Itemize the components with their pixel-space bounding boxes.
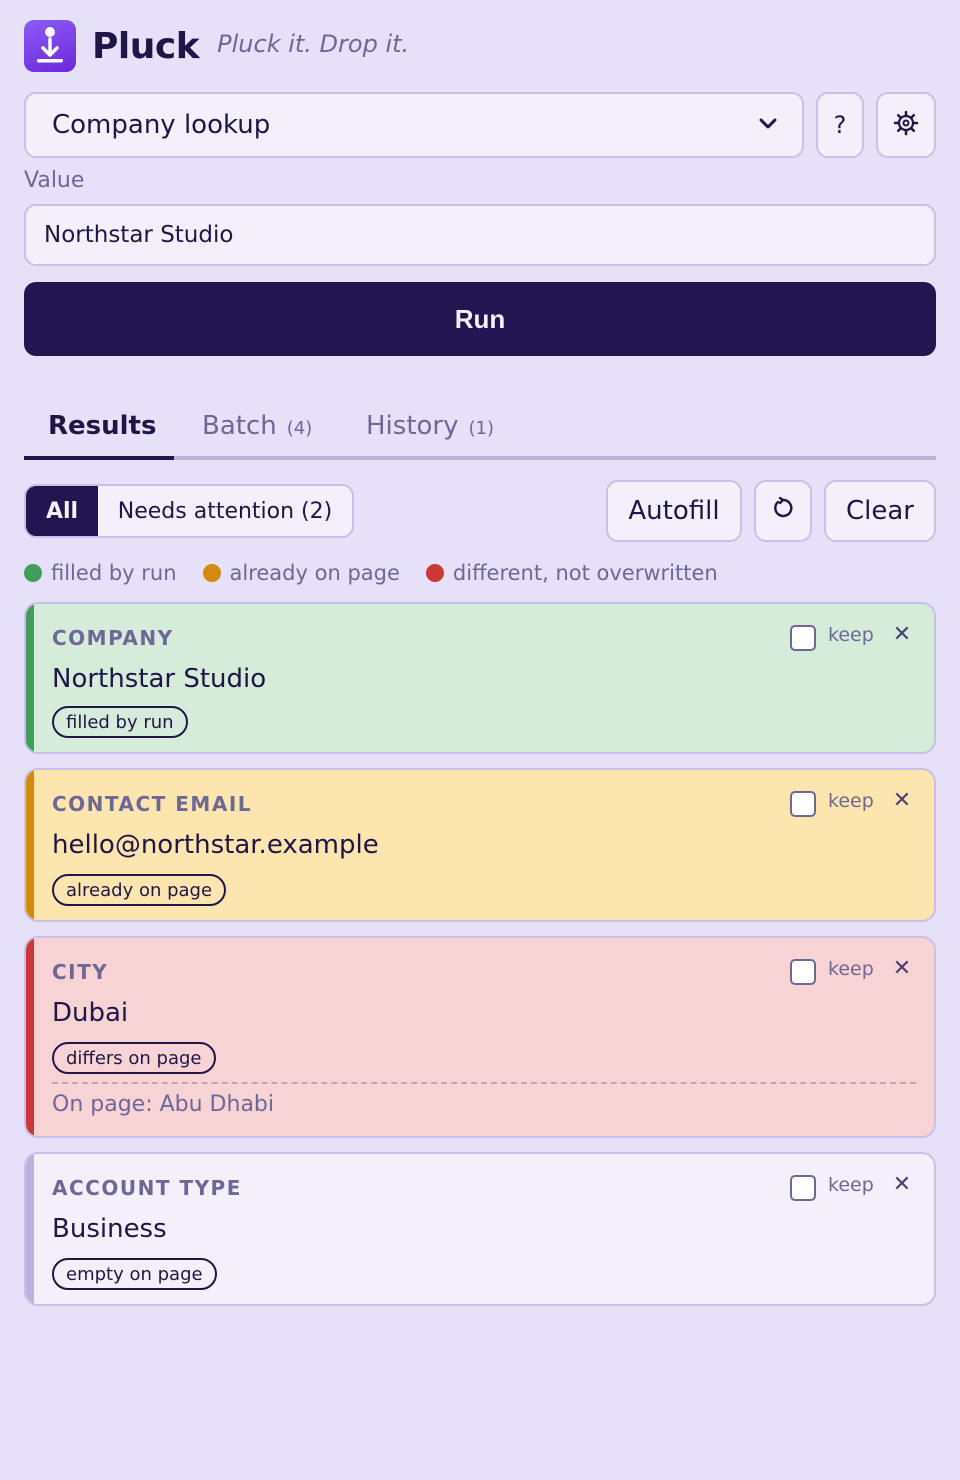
field-value: Northstar Studio bbox=[52, 664, 267, 694]
app-name: Pluck bbox=[92, 25, 200, 67]
close-icon[interactable]: ✕ bbox=[892, 788, 912, 813]
legend-label: already on page bbox=[229, 561, 400, 585]
results-tabs: Results Batch (4) History (1) bbox=[24, 396, 936, 460]
field-name: CITY bbox=[52, 960, 109, 984]
divider bbox=[52, 1082, 916, 1084]
keep-checkbox[interactable] bbox=[790, 959, 816, 985]
tab-results[interactable]: Results bbox=[24, 396, 180, 456]
on-page-value: On page: Abu Dhabi bbox=[52, 1092, 274, 1117]
value-label: Value bbox=[24, 168, 85, 193]
legend-dot-green bbox=[24, 564, 42, 582]
tab-batch[interactable]: Batch (4) bbox=[178, 396, 336, 456]
filter-all-button[interactable]: All bbox=[26, 486, 98, 536]
status-bar bbox=[26, 770, 34, 920]
status-badge: differs on page bbox=[52, 1042, 216, 1074]
keep-checkbox[interactable] bbox=[790, 791, 816, 817]
status-bar bbox=[26, 938, 34, 1136]
result-card-contact-email: CONTACT EMAIL hello@northstar.example al… bbox=[24, 768, 936, 922]
app-header: Pluck Pluck it. Drop it. bbox=[24, 20, 409, 72]
status-legend: filled by run already on page different,… bbox=[24, 558, 744, 588]
run-button[interactable]: Run bbox=[24, 282, 936, 356]
preset-select[interactable]: Company lookup bbox=[24, 92, 804, 158]
legend-item: filled by run bbox=[24, 561, 177, 585]
close-icon[interactable]: ✕ bbox=[892, 1172, 912, 1197]
field-name: COMPANY bbox=[52, 626, 174, 650]
legend-dot-red bbox=[425, 564, 444, 582]
field-value: Dubai bbox=[52, 998, 129, 1028]
keep-label: keep bbox=[828, 1174, 874, 1196]
status-bar bbox=[26, 604, 34, 752]
gear-icon bbox=[893, 110, 919, 140]
field-name: CONTACT EMAIL bbox=[52, 792, 252, 816]
tab-label: History bbox=[366, 411, 459, 441]
help-icon: ? bbox=[833, 111, 847, 139]
app-tagline: Pluck it. Drop it. bbox=[217, 30, 410, 58]
autofill-button[interactable]: Autofill bbox=[606, 480, 742, 542]
tab-label: Results bbox=[48, 411, 157, 441]
field-value: hello@northstar.example bbox=[52, 830, 379, 860]
filter-segmented-control: All Needs attention (2) bbox=[24, 484, 354, 538]
keep-checkbox[interactable] bbox=[790, 625, 816, 651]
result-card-account-type: ACCOUNT TYPE Business empty on page keep… bbox=[24, 1152, 936, 1306]
tab-label: Batch bbox=[202, 411, 277, 441]
field-value: Business bbox=[52, 1214, 167, 1244]
legend-label: different, not overwritten bbox=[452, 561, 718, 585]
value-input[interactable] bbox=[24, 204, 936, 266]
result-card-company: COMPANY Northstar Studio filled by run k… bbox=[24, 602, 936, 754]
keep-checkbox[interactable] bbox=[790, 1175, 816, 1201]
clear-button[interactable]: Clear bbox=[824, 480, 936, 542]
close-icon[interactable]: ✕ bbox=[892, 622, 912, 647]
status-badge: empty on page bbox=[52, 1258, 217, 1290]
legend-item: already on page bbox=[202, 561, 400, 585]
help-button[interactable]: ? bbox=[816, 92, 864, 158]
status-badge: already on page bbox=[52, 874, 227, 906]
status-bar bbox=[26, 1154, 34, 1304]
download-icon bbox=[24, 20, 76, 72]
keep-label: keep bbox=[828, 790, 874, 812]
filter-needs-attention-button[interactable]: Needs attention (2) bbox=[98, 486, 352, 536]
keep-label: keep bbox=[828, 624, 874, 646]
refresh-icon bbox=[771, 496, 795, 526]
active-tab-indicator bbox=[24, 456, 174, 460]
preset-selected-value: Company lookup bbox=[52, 110, 271, 140]
tab-count: (1) bbox=[468, 417, 495, 439]
field-name: ACCOUNT TYPE bbox=[52, 1176, 242, 1200]
tab-count: (4) bbox=[286, 417, 313, 439]
close-icon[interactable]: ✕ bbox=[892, 956, 912, 981]
keep-label: keep bbox=[828, 958, 874, 980]
tab-history[interactable]: History (1) bbox=[342, 396, 518, 456]
settings-button[interactable] bbox=[876, 92, 936, 158]
legend-item: different, not overwritten bbox=[425, 561, 718, 585]
refresh-button[interactable] bbox=[754, 480, 812, 542]
status-badge: filled by run bbox=[52, 706, 188, 738]
legend-label: filled by run bbox=[51, 561, 177, 585]
result-card-city: CITY Dubai differs on page On page: Abu … bbox=[24, 936, 936, 1138]
legend-dot-amber bbox=[202, 564, 221, 582]
chevron-down-icon bbox=[758, 116, 778, 135]
